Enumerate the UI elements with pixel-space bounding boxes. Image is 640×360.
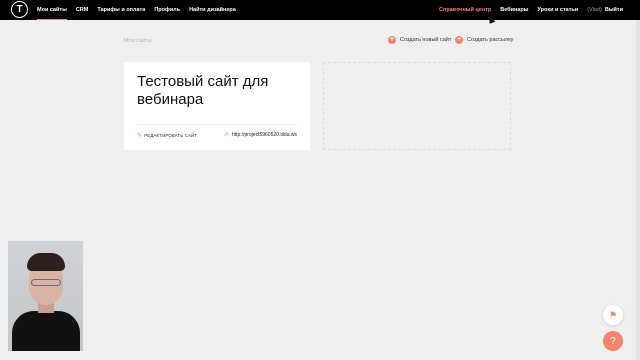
- plus-icon: +: [388, 36, 396, 44]
- webcam-overlay: [8, 241, 83, 351]
- create-mailing-label: Создать рассылку: [467, 37, 514, 43]
- nav-lessons[interactable]: Уроки и статьи: [537, 0, 578, 20]
- presenter-hair: [27, 253, 65, 271]
- user-name: (Vlad): [587, 7, 602, 13]
- create-site-button[interactable]: + Создать новый сайт: [388, 36, 451, 44]
- nav-exit[interactable]: (Vlad) Выйти: [587, 0, 623, 20]
- nav-webinars[interactable]: Вебинары: [500, 0, 528, 20]
- create-site-label: Создать новый сайт: [400, 37, 452, 43]
- presenter-glasses: [31, 279, 61, 286]
- question-icon[interactable]: ?: [603, 331, 623, 351]
- breadcrumb[interactable]: Мои сайты: [124, 38, 152, 44]
- edit-site-link[interactable]: ✎ РЕДАКТИРОВАТЬ САЙТ: [137, 132, 197, 139]
- top-navigation-bar: T Мои сайты CRM Тарифы и оплата Профиль …: [0, 0, 640, 20]
- nav-crm[interactable]: CRM: [76, 0, 89, 20]
- nav-profile[interactable]: Профиль: [154, 0, 180, 20]
- external-link-icon: ⇗: [223, 132, 229, 138]
- scrollbar[interactable]: [636, 20, 640, 360]
- nav-help-center[interactable]: Справочный центр: [439, 0, 491, 20]
- nav-find-designer[interactable]: Найти дизайнера: [189, 0, 236, 20]
- site-card[interactable]: Тестовый сайт для вебинара ✎ РЕДАКТИРОВА…: [124, 62, 310, 150]
- nav-right: Справочный центр Вебинары Уроки и статьи…: [439, 0, 623, 20]
- site-url: http://project5960520.tilda.ws: [231, 131, 297, 138]
- nav-left: Мои сайты CRM Тарифы и оплата Профиль На…: [37, 0, 236, 20]
- site-url-link[interactable]: ⇗ http://project5960520.tilda.ws: [223, 131, 297, 139]
- create-mailing-button[interactable]: + Создать рассылку: [455, 36, 513, 44]
- tilda-logo[interactable]: T: [11, 1, 28, 18]
- presenter-body: [12, 311, 80, 351]
- nav-pricing[interactable]: Тарифы и оплата: [97, 0, 145, 20]
- flag-icon[interactable]: ⚑: [603, 305, 623, 325]
- plus-icon: +: [455, 36, 463, 44]
- card-divider: [137, 124, 297, 125]
- site-title[interactable]: Тестовый сайт для вебинара: [137, 73, 302, 109]
- pencil-icon: ✎: [137, 133, 143, 139]
- nav-my-sites[interactable]: Мои сайты: [37, 0, 67, 20]
- exit-label: Выйти: [604, 7, 623, 13]
- edit-site-label: РЕДАКТИРОВАТЬ САЙТ: [144, 133, 198, 138]
- empty-card-placeholder: [323, 62, 511, 150]
